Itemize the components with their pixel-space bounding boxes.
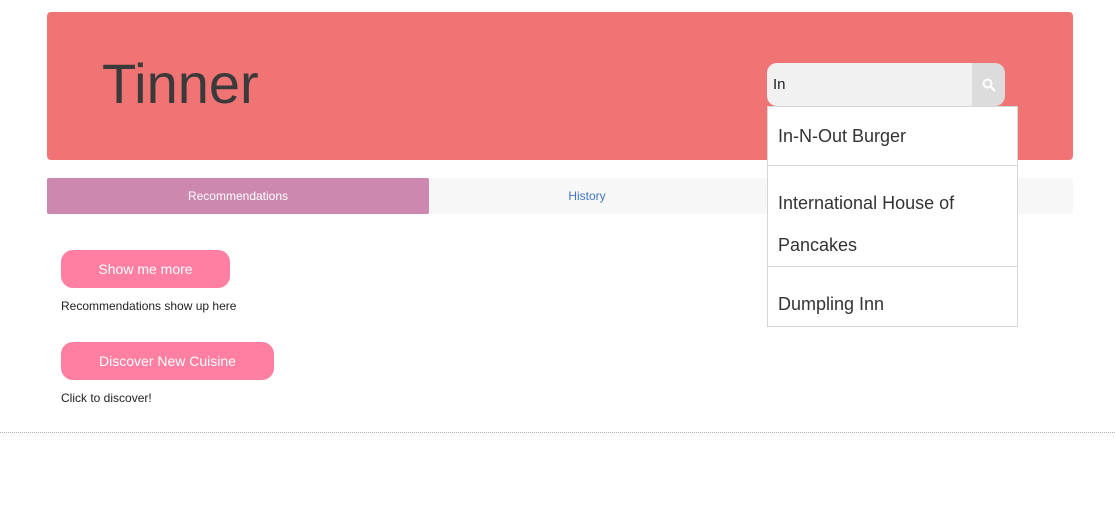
search-button[interactable]: [972, 63, 1005, 106]
tab-history[interactable]: History: [429, 178, 745, 214]
search-bar: [767, 63, 1005, 106]
suggestion-item[interactable]: Dumpling Inn: [768, 267, 1017, 326]
search-suggestions: In-N-Out Burger International House of P…: [767, 106, 1018, 327]
tab-recommendations[interactable]: Recommendations: [47, 178, 429, 214]
recommendations-caption: Recommendations show up here: [61, 299, 237, 313]
suggestion-item[interactable]: International House of Pancakes: [768, 166, 1017, 267]
suggestion-item[interactable]: In-N-Out Burger: [768, 107, 1017, 166]
discover-cuisine-button[interactable]: Discover New Cuisine: [61, 342, 274, 380]
app-title: Tinner: [102, 52, 259, 115]
show-more-button[interactable]: Show me more: [61, 250, 230, 288]
search-input[interactable]: [767, 63, 972, 106]
discover-caption: Click to discover!: [61, 391, 152, 405]
search-icon: [982, 78, 996, 92]
divider: [0, 432, 1115, 433]
page: Tinner In-N-Out Burger International Hou…: [0, 0, 1115, 506]
